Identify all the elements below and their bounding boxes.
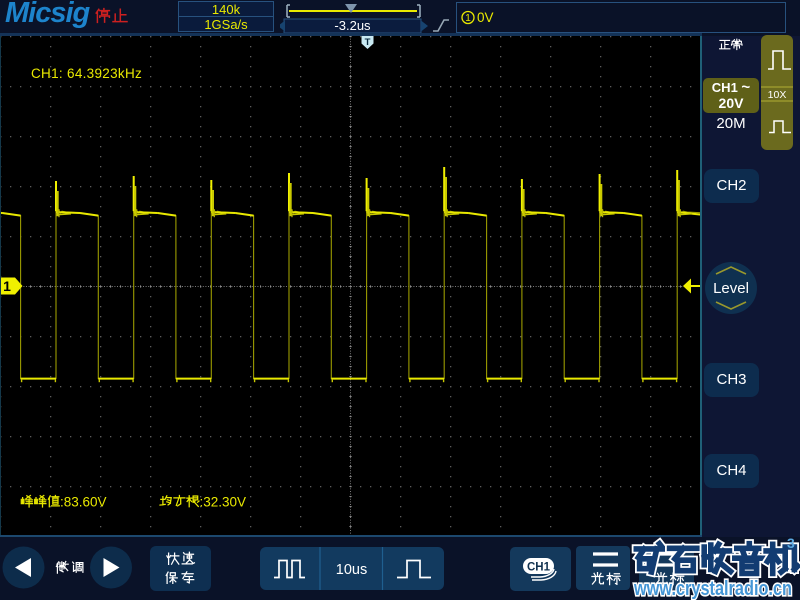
svg-text:T: T bbox=[365, 37, 371, 48]
svg-text:10us: 10us bbox=[336, 562, 367, 578]
svg-text:1: 1 bbox=[3, 278, 11, 294]
svg-text::32.30V: :32.30V bbox=[200, 495, 247, 510]
svg-text:3: 3 bbox=[787, 535, 795, 551]
svg-text:Level: Level bbox=[713, 280, 749, 297]
svg-text:1: 1 bbox=[465, 13, 471, 24]
svg-text:CH1: 64.3923kHz: CH1: 64.3923kHz bbox=[31, 66, 142, 81]
svg-text:CH1: CH1 bbox=[527, 561, 551, 573]
svg-text::83.60V: :83.60V bbox=[60, 495, 107, 510]
svg-text:www.crystalradio.cn: www.crystalradio.cn bbox=[633, 578, 792, 600]
svg-text:10X: 10X bbox=[768, 89, 787, 101]
svg-text:0V: 0V bbox=[477, 10, 494, 25]
